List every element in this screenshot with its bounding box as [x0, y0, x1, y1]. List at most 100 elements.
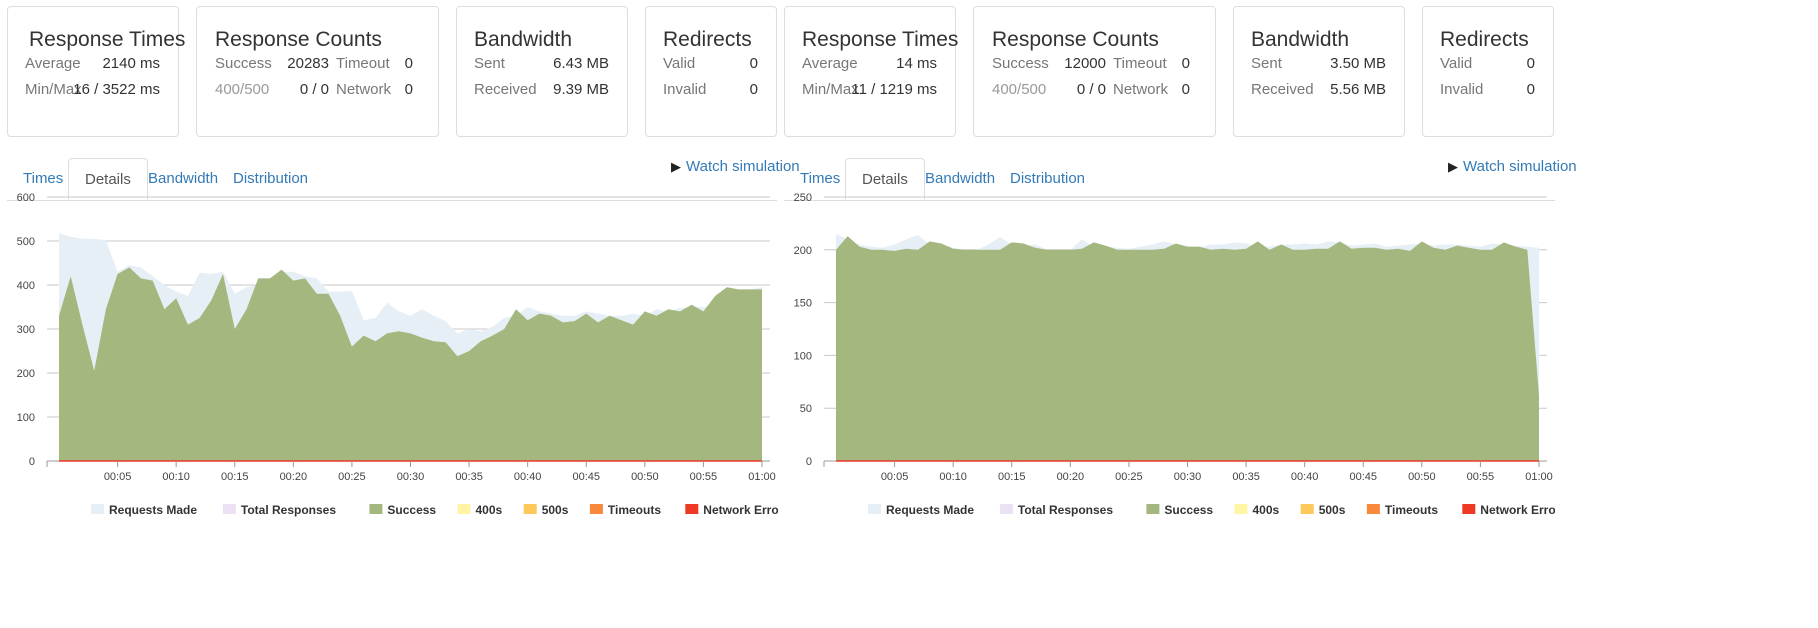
legend-swatch: [457, 504, 471, 514]
y-tick-label: 600: [17, 192, 35, 204]
response-counts-card: Response Counts Success 20283 Timeout 0 …: [196, 6, 439, 137]
y-tick-label: 50: [800, 403, 812, 415]
legend-label: Total Responses: [1018, 503, 1113, 517]
x-tick-label: 00:45: [572, 471, 600, 483]
watch-simulation-label: Watch simulation: [1463, 158, 1577, 175]
legend-swatch: [369, 504, 383, 514]
watch-simulation-label: Watch simulation: [686, 158, 800, 175]
y-tick-label: 400: [17, 280, 35, 292]
legend-label: 500s: [542, 503, 569, 517]
x-tick-label: 00:35: [1232, 471, 1260, 483]
y-tick-label: 500: [17, 236, 35, 248]
minmax-value: 11 / 1219 ms: [851, 81, 937, 98]
legend-item-network-errors[interactable]: Network Errors: [1462, 503, 1555, 517]
x-tick-label: 00:45: [1349, 471, 1377, 483]
x-tick-label: 00:40: [514, 471, 542, 483]
legend-item-requests-made[interactable]: Requests Made: [91, 503, 197, 517]
card-title: Response Times: [802, 28, 959, 51]
valid-value: 0: [1526, 55, 1535, 72]
legend-swatch: [1234, 504, 1248, 514]
legend-label: 500s: [1319, 503, 1346, 517]
legend-label: Total Responses: [241, 503, 336, 517]
x-tick-label: 00:25: [1115, 471, 1143, 483]
legend-swatch: [222, 504, 236, 514]
card-title: Response Times: [29, 28, 186, 51]
legend-label: Success: [1164, 503, 1213, 517]
legend-item-network-errors[interactable]: Network Errors: [685, 503, 778, 517]
legend-item-success[interactable]: Success: [369, 503, 436, 517]
card-title: Response Counts: [215, 28, 382, 51]
timeout-label: Timeout: [336, 55, 390, 72]
details-chart: 0 100 200 300 400 500 600 00:05 00:10 00:15 00:20 0…: [17, 192, 778, 517]
card-title: Bandwidth: [474, 28, 573, 51]
legend-label: 400s: [1253, 503, 1280, 517]
response-counts-card: Response Counts Success 12000 Timeout 0 …: [973, 6, 1216, 137]
legend-label: Requests Made: [886, 503, 974, 517]
x-tick-label: 00:05: [104, 471, 132, 483]
network-value: 0: [404, 81, 413, 98]
timeout-value: 0: [1181, 55, 1190, 72]
received-value: 9.39 MB: [553, 81, 609, 98]
legend-swatch: [685, 504, 699, 514]
x-tick-label: 00:50: [1408, 471, 1436, 483]
success-value: 12000: [1064, 55, 1106, 72]
legend-label: Network Errors: [703, 503, 778, 517]
legend-label: 400s: [476, 503, 503, 517]
legend-item-requests-made[interactable]: Requests Made: [868, 503, 974, 517]
legend-item-500s[interactable]: 500s: [523, 503, 569, 517]
watch-simulation-link[interactable]: ▶ Watch simulation: [671, 158, 800, 175]
legend-item-500s[interactable]: 500s: [1300, 503, 1346, 517]
error-label: 400/500: [992, 81, 1047, 98]
card-title: Redirects: [1440, 28, 1529, 51]
legend-item-timeouts[interactable]: Timeouts: [1366, 503, 1438, 517]
watch-simulation-link[interactable]: ▶ Watch simulation: [1448, 158, 1577, 175]
y-tick-label: 150: [794, 298, 812, 310]
x-tick-label: 00:30: [397, 471, 425, 483]
legend-swatch: [589, 504, 603, 514]
received-value: 5.56 MB: [1330, 81, 1386, 98]
legend-swatch: [1146, 504, 1160, 514]
invalid-label: Invalid: [1440, 81, 1484, 98]
invalid-label: Invalid: [663, 81, 707, 98]
y-tick-label: 300: [17, 324, 35, 336]
legend-item-success[interactable]: Success: [1146, 503, 1213, 517]
y-tick-label: 100: [17, 412, 35, 424]
x-tick-label: 00:50: [631, 471, 659, 483]
x-tick-label: 00:15: [998, 471, 1026, 483]
invalid-value: 0: [1526, 81, 1535, 98]
x-tick-label: 01:00: [748, 471, 776, 483]
error-value: 0 / 0: [299, 81, 329, 98]
x-tick-label: 00:30: [1174, 471, 1202, 483]
legend-item-total-responses[interactable]: Total Responses: [999, 503, 1113, 517]
x-tick-label: 00:15: [221, 471, 249, 483]
legend-item-400s[interactable]: 400s: [457, 503, 503, 517]
average-label: Average: [25, 55, 81, 72]
sent-label: Sent: [474, 55, 505, 72]
legend-swatch: [868, 504, 881, 514]
error-value: 0 / 0: [1076, 81, 1106, 98]
series-area-success: [836, 236, 1539, 461]
x-tick-label: 00:25: [338, 471, 366, 483]
x-tick-label: 00:40: [1291, 471, 1319, 483]
redirects-card: Redirects Valid 0 Invalid 0: [1422, 6, 1554, 137]
card-title: Bandwidth: [1251, 28, 1350, 51]
x-tick-label: 00:35: [455, 471, 483, 483]
y-tick-label: 250: [794, 192, 812, 204]
y-tick-label: 0: [29, 456, 35, 468]
x-tick-label: 00:20: [280, 471, 308, 483]
valid-label: Valid: [663, 55, 696, 72]
legend-item-400s[interactable]: 400s: [1234, 503, 1280, 517]
legend-item-total-responses[interactable]: Total Responses: [222, 503, 336, 517]
legend-swatch: [999, 504, 1013, 514]
legend-swatch: [1462, 504, 1476, 514]
received-label: Received: [474, 81, 537, 98]
legend-item-timeouts[interactable]: Timeouts: [589, 503, 661, 517]
minmax-label: Min/Max: [802, 81, 859, 98]
error-label: 400/500: [215, 81, 270, 98]
valid-value: 0: [749, 55, 758, 72]
y-tick-label: 200: [794, 245, 812, 257]
x-tick-label: 00:05: [881, 471, 909, 483]
minmax-value: 16 / 3522 ms: [73, 81, 160, 98]
legend-label: Timeouts: [1385, 503, 1438, 517]
x-tick-label: 00:20: [1057, 471, 1085, 483]
